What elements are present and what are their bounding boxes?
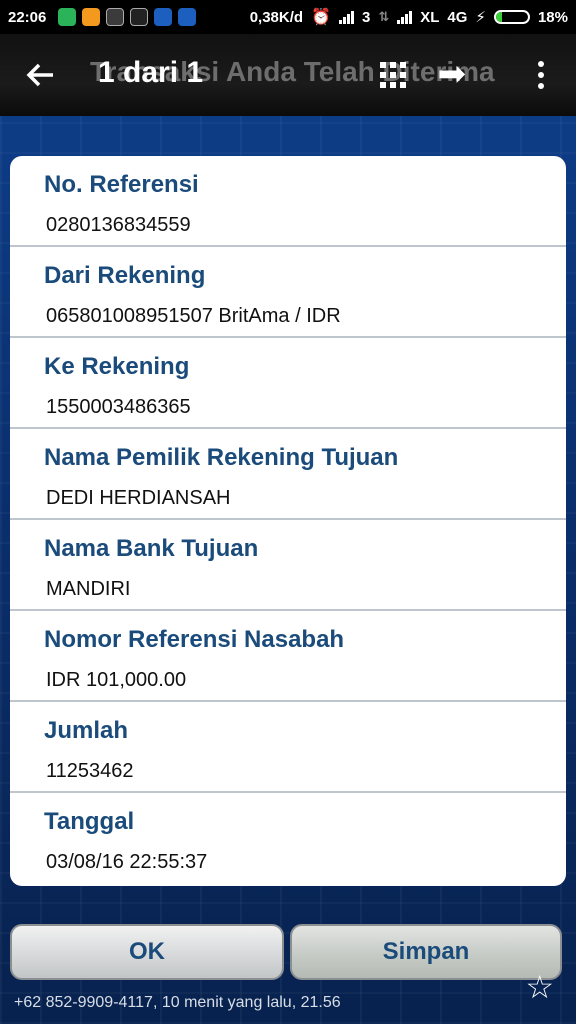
overflow-menu-icon[interactable] xyxy=(506,34,576,116)
bbm-app-icon xyxy=(130,8,149,26)
detail-row-date: Tanggal 03/08/16 22:55:37 xyxy=(10,793,566,884)
app-bar: Transaksi Anda Telah Diterima 1 dari 1 ➡ xyxy=(0,34,576,116)
detail-row-recipient-name: Nama Pemilik Rekening Tujuan DEDI HERDIA… xyxy=(10,429,566,520)
c-app-icon xyxy=(154,8,173,26)
detail-label: Nama Pemilik Rekening Tujuan xyxy=(44,444,399,471)
detail-value: MANDIRI xyxy=(46,578,131,600)
detail-value: DEDI HERDIANSAH xyxy=(46,487,231,509)
battery-icon xyxy=(493,10,530,24)
sim1-label: 3 xyxy=(361,8,371,26)
data-arrows-icon: ⇅ xyxy=(378,9,390,24)
battery-percent: 18% xyxy=(537,8,568,26)
detail-row-to-account: Ke Rekening 1550003486365 xyxy=(10,338,566,429)
message-info: +62 852-9909-4117, 10 menit yang lalu, 2… xyxy=(14,994,341,1011)
detail-value: 11253462 xyxy=(46,760,134,782)
detail-row-amount: Jumlah 11253462 xyxy=(10,702,566,793)
detail-label: Nama Bank Tujuan xyxy=(44,535,259,562)
net-speed: 0,38K/d xyxy=(249,8,304,26)
carrier-label: XL xyxy=(420,8,440,26)
detail-value: 0280136834559 xyxy=(46,214,191,236)
transaction-details-card: No. Referensi 0280136834559 Dari Rekenin… xyxy=(10,156,566,886)
detail-value: 1550003486365 xyxy=(46,396,191,418)
detail-label: No. Referensi xyxy=(44,171,199,198)
music-app-icon xyxy=(82,8,101,26)
detail-value: IDR 101,000.00 xyxy=(46,669,187,691)
detail-value: 03/08/16 22:55:37 xyxy=(46,851,208,873)
forward-arrow-icon[interactable]: ➡ xyxy=(438,54,467,94)
network-type: 4G xyxy=(447,8,468,26)
detail-value: 065801008951507 BritAma / IDR xyxy=(46,305,341,327)
page-title: 1 dari 1 xyxy=(98,56,204,89)
detail-label: Nomor Referensi Nasabah xyxy=(44,626,345,653)
status-time: 22:06 xyxy=(8,8,47,26)
detail-row-from-account: Dari Rekening 065801008951507 BritAma / … xyxy=(10,247,566,338)
status-bar: 22:06 0,38K/d ⏰ 3 ⇅ XL 4G ⚡ 18% xyxy=(0,0,576,34)
c-app-icon xyxy=(178,8,197,26)
robot-app-icon xyxy=(106,8,125,26)
save-button[interactable]: Simpan xyxy=(290,924,562,980)
signal-icon xyxy=(338,10,354,24)
detail-row-customer-reference: Nomor Referensi Nasabah IDR 101,000.00 xyxy=(10,611,566,702)
title-area: Transaksi Anda Telah Diterima 1 dari 1 ➡ xyxy=(80,34,506,116)
detail-label: Jumlah xyxy=(44,717,129,744)
detail-label: Tanggal xyxy=(44,808,135,835)
detail-label: Ke Rekening xyxy=(44,353,190,380)
grid-icon[interactable] xyxy=(380,62,406,88)
charging-icon: ⚡ xyxy=(475,9,486,26)
detail-row-bank-name: Nama Bank Tujuan MANDIRI xyxy=(10,520,566,611)
detail-label: Dari Rekening xyxy=(44,262,206,289)
back-arrow-icon[interactable] xyxy=(0,34,80,116)
alarm-icon: ⏰ xyxy=(311,9,331,26)
star-icon[interactable]: ☆ xyxy=(525,968,554,1006)
ok-button[interactable]: OK xyxy=(10,924,284,980)
shield-app-icon xyxy=(58,8,77,26)
detail-row-reference: No. Referensi 0280136834559 xyxy=(10,156,566,247)
signal-icon xyxy=(397,10,413,24)
